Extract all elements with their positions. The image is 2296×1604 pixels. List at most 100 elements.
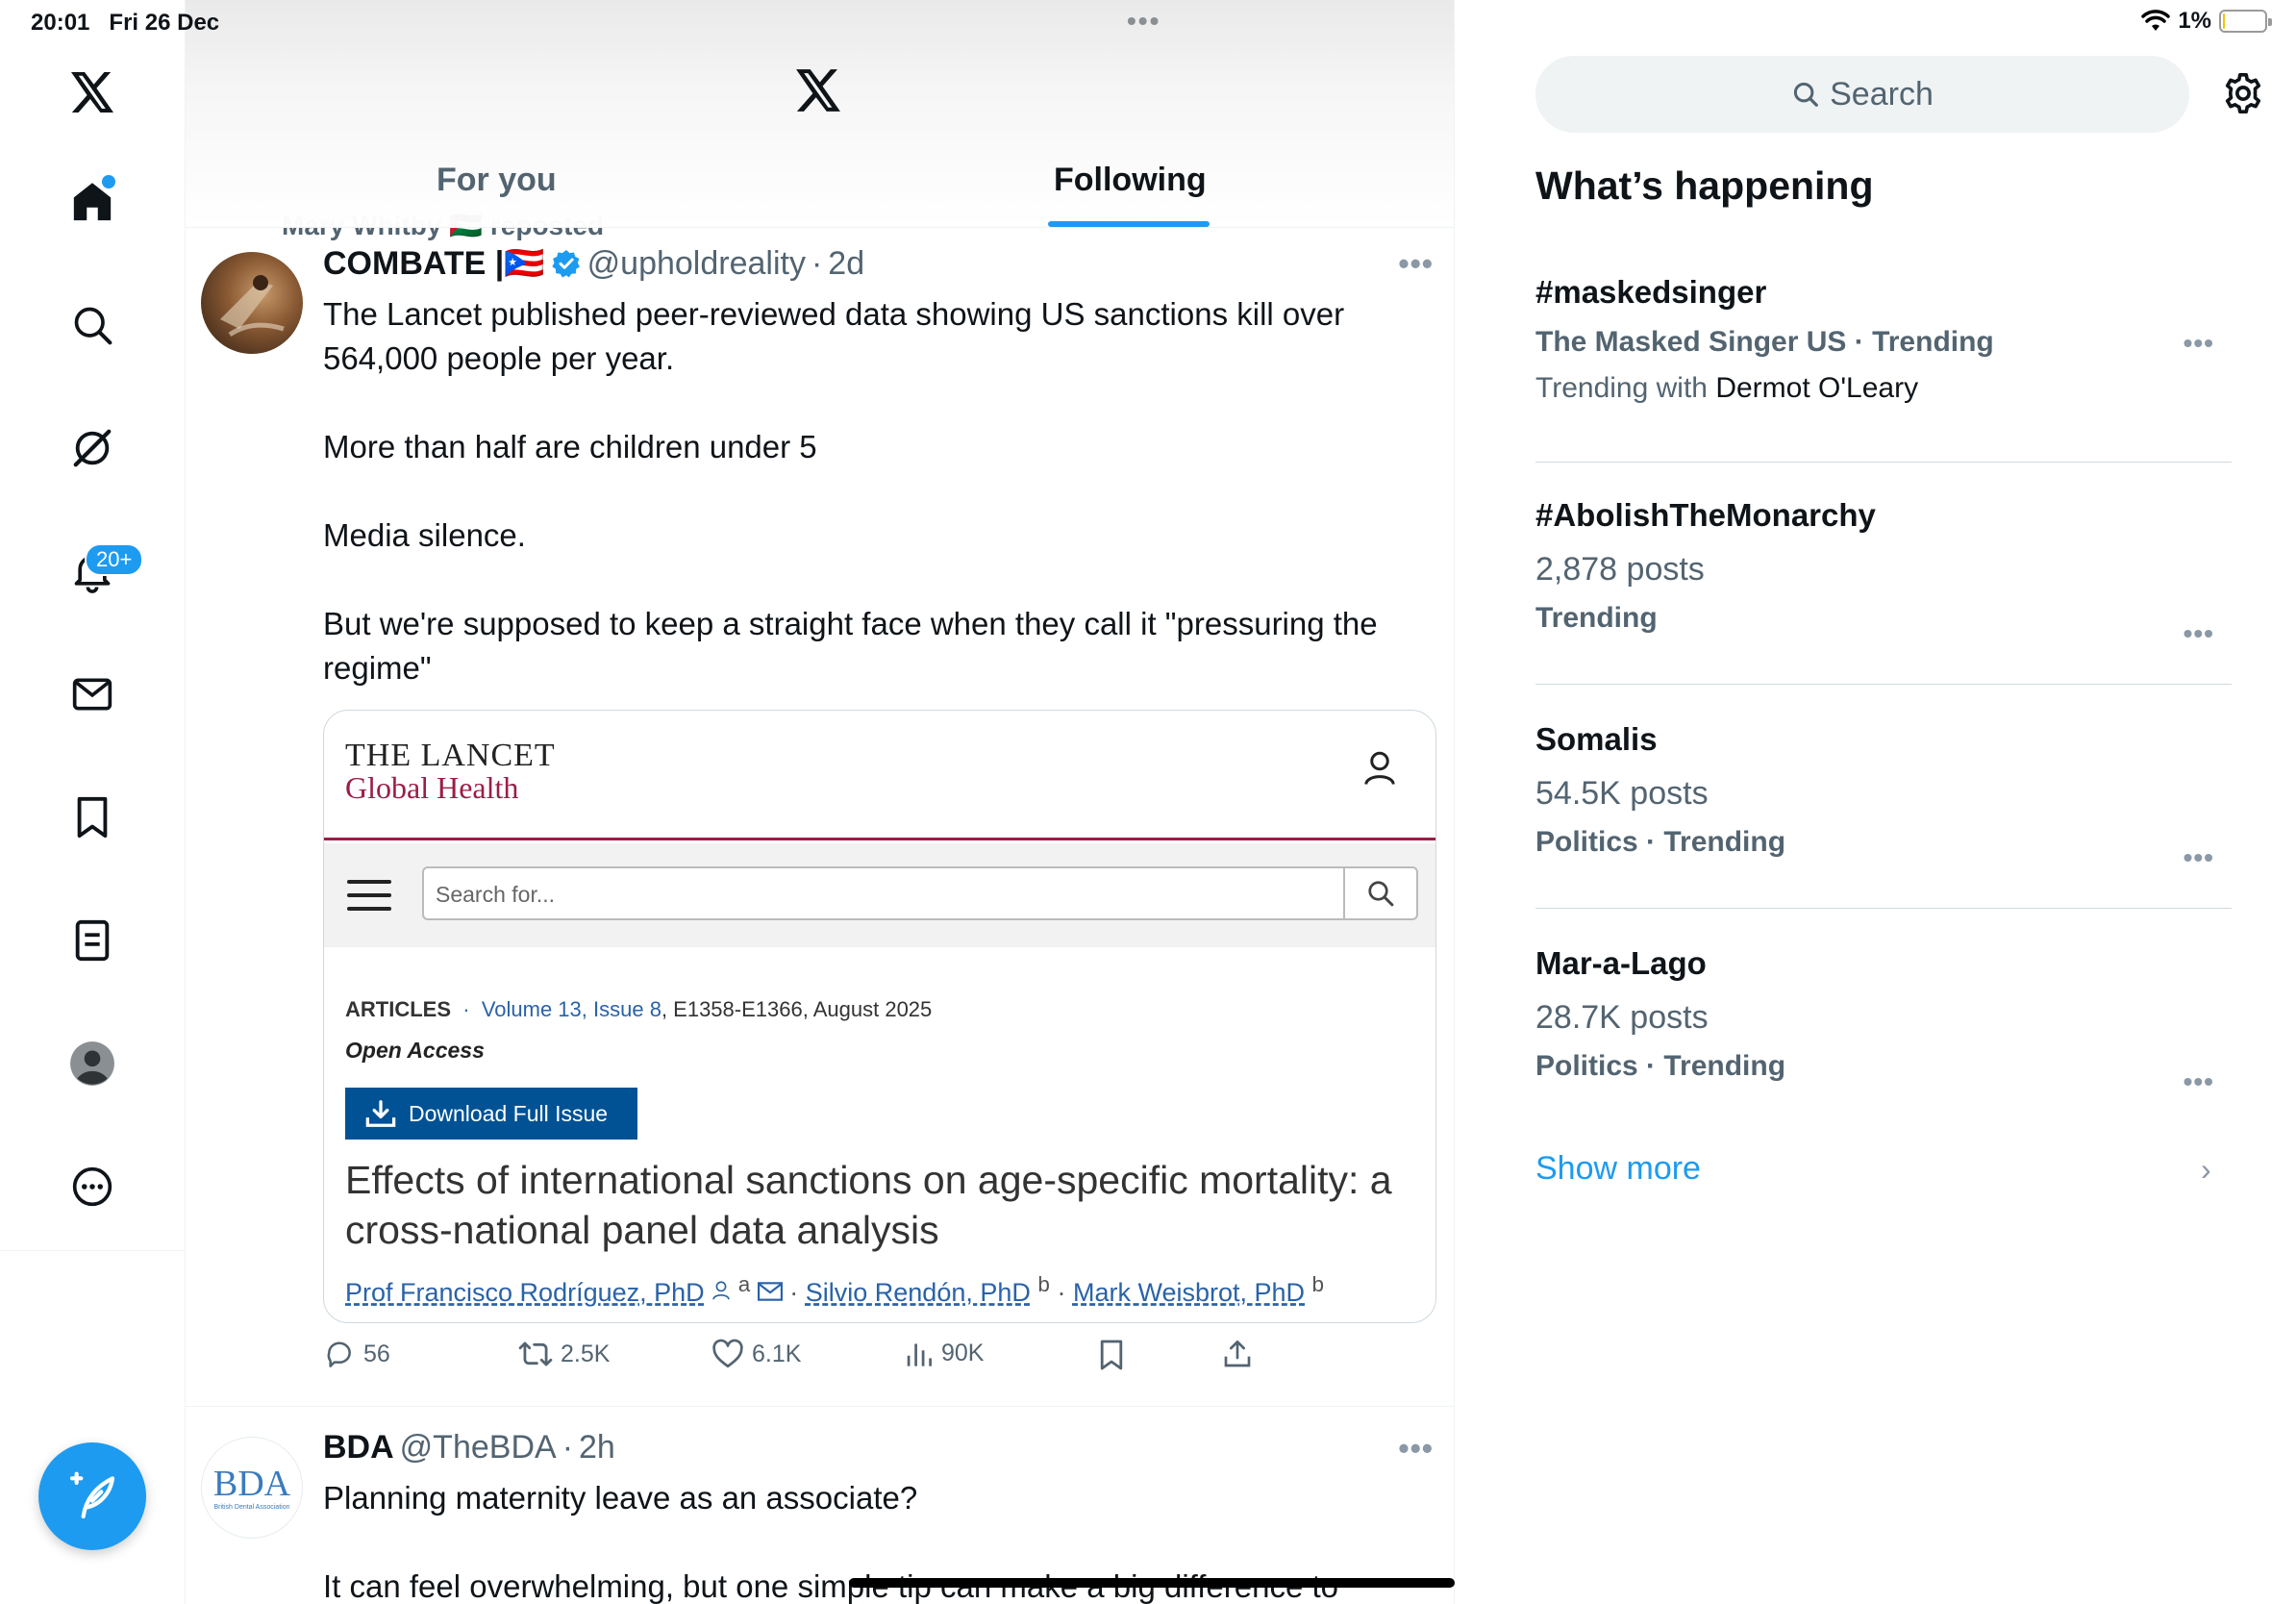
lancet-download-label: Download Full Issue	[409, 1100, 609, 1126]
lancet-header: THE LANCET Global Health	[324, 711, 1435, 840]
post-author-avatar[interactable]	[201, 252, 303, 354]
home-unread-dot	[102, 175, 115, 188]
tab-active-indicator	[1048, 221, 1210, 227]
trend-divider	[1535, 684, 2232, 685]
show-more-link[interactable]: Show more	[1535, 1150, 1701, 1188]
views-button[interactable]: 90K	[905, 1339, 984, 1367]
trend-item[interactable]: Mar-a-Lago 28.7K posts Politics · Trendi…	[1535, 945, 2232, 1096]
search-icon	[1794, 82, 1818, 107]
lancet-author: Mark Weisbrot, PhD	[1072, 1278, 1306, 1307]
lancet-meta-dot: ·	[457, 997, 476, 1021]
reply-icon	[327, 1341, 351, 1367]
trend-more-options-icon[interactable]: •••	[2184, 1066, 2214, 1097]
post-author-name[interactable]: COMBATE |🇵🇷	[323, 244, 545, 283]
reply-button[interactable]: 56	[323, 1339, 390, 1369]
more-options-icon[interactable]	[60, 1154, 125, 1219]
post-paragraph: Planning maternity leave as an associate…	[323, 1480, 918, 1516]
trend-more-options-icon[interactable]: •••	[2184, 842, 2214, 873]
post-timestamp[interactable]: 2d	[828, 245, 864, 283]
trend-title: Somalis	[1535, 721, 1658, 757]
left-nav: 20+	[0, 0, 186, 1604]
battery-percent: 1%	[2178, 8, 2211, 34]
post-author-handle[interactable]: @TheBDA	[400, 1429, 557, 1466]
chevron-right-icon[interactable]: ›	[2201, 1152, 2211, 1188]
lancet-search-icon	[1343, 868, 1416, 918]
trend-with-name[interactable]: Dermot O'Leary	[1715, 372, 1918, 404]
views-count: 90K	[941, 1339, 985, 1366]
post-paragraph: But we're supposed to keep a straight fa…	[323, 606, 1378, 686]
trend-more-options-icon[interactable]: •••	[2184, 618, 2214, 649]
profile-avatar-icon[interactable]	[60, 1031, 125, 1096]
lancet-author-separator: ·	[789, 1278, 799, 1307]
lancet-affiliation: b	[1311, 1272, 1325, 1296]
lancet-author-separator: ·	[1057, 1278, 1066, 1307]
search-input[interactable]: Search	[1535, 56, 2189, 133]
post-timestamp[interactable]: 2h	[579, 1429, 615, 1466]
status-time: 20:01 Fri 26 Dec	[31, 10, 220, 36]
bookmark-post-button[interactable]	[1098, 1339, 1125, 1371]
post-divider	[186, 1406, 1454, 1407]
trend-context: Trending	[1535, 602, 1658, 634]
multitasking-dots[interactable]: •••	[1127, 6, 1160, 37]
messages-envelope-icon[interactable]	[60, 662, 125, 727]
trend-post-count: 28.7K posts	[1535, 999, 1709, 1036]
search-icon[interactable]	[60, 292, 125, 358]
trend-more-options-icon[interactable]: •••	[2184, 328, 2214, 359]
post-text: The Lancet published peer-reviewed data …	[323, 292, 1419, 690]
bda-logo-subtext: British Dental Association	[213, 1503, 290, 1511]
trend-item[interactable]: #AbolishTheMonarchy 2,878 posts Trending…	[1535, 497, 2232, 648]
repost-count: 2.5K	[561, 1340, 611, 1367]
notifications-badge: 20+	[85, 543, 144, 576]
trend-context: The Masked Singer US · Trending	[1535, 326, 1994, 358]
post-author-name[interactable]: BDA	[323, 1429, 394, 1466]
lancet-search-bar: Search for...	[324, 843, 1435, 947]
lancet-search-field: Search for...	[422, 866, 1418, 920]
post-paragraph: More than half are children under 5	[323, 429, 817, 464]
tab-for-you[interactable]: For you	[437, 162, 557, 199]
trend-item[interactable]: #maskedsinger The Masked Singer US · Tre…	[1535, 274, 2232, 405]
home-icon[interactable]	[60, 169, 125, 235]
lancet-article-title: Effects of international sanctions on ag…	[345, 1158, 1392, 1252]
trend-title: #maskedsinger	[1535, 274, 1767, 310]
post-more-options-icon[interactable]: •••	[1398, 1431, 1434, 1466]
post-image-card[interactable]: THE LANCET Global Health Search for... A…	[323, 710, 1436, 1323]
lancet-download-button: Download Full Issue	[345, 1088, 637, 1140]
lancet-section: ARTICLES	[345, 997, 451, 1021]
home-indicator[interactable]	[849, 1578, 1455, 1588]
x-logo-icon[interactable]	[60, 60, 125, 125]
lancet-journal-title: THE LANCET	[345, 738, 556, 773]
download-icon	[365, 1100, 396, 1127]
wifi-icon	[2141, 10, 2171, 31]
compose-post-button[interactable]	[38, 1442, 146, 1550]
post-author-handle[interactable]: @upholdreality	[587, 245, 806, 283]
post-author-avatar[interactable]: BDA British Dental Association	[201, 1437, 303, 1539]
lancet-journal-subtitle: Global Health	[345, 770, 519, 805]
bda-logo-text: BDA	[212, 1463, 291, 1504]
lancet-affiliation: b	[1037, 1272, 1050, 1296]
views-chart-icon	[907, 1343, 932, 1366]
like-count: 6.1K	[752, 1340, 802, 1367]
header-x-logo-icon[interactable]	[794, 67, 842, 118]
post-paragraph: Media silence.	[323, 517, 526, 553]
tab-following[interactable]: Following	[1054, 162, 1207, 199]
share-button[interactable]	[1222, 1339, 1253, 1369]
share-upload-icon	[1224, 1341, 1251, 1367]
grok-icon[interactable]	[60, 415, 125, 481]
trend-context: Politics · Trending	[1535, 1050, 1786, 1082]
post-header: COMBATE |🇵🇷 @upholdreality · 2d	[323, 244, 864, 283]
lists-icon[interactable]	[60, 908, 125, 973]
like-button[interactable]: 6.1K	[711, 1339, 801, 1369]
settings-gear-icon[interactable]	[2221, 71, 2265, 120]
bookmark-icon[interactable]	[60, 785, 125, 850]
reply-count: 56	[363, 1340, 390, 1367]
post-separator: ·	[562, 1429, 574, 1466]
post-more-options-icon[interactable]: •••	[1398, 246, 1434, 282]
lancet-open-access: Open Access	[345, 1038, 485, 1063]
trend-title: #AbolishTheMonarchy	[1535, 497, 1876, 533]
repost-button[interactable]: 2.5K	[518, 1339, 610, 1369]
repost-icon	[518, 1341, 553, 1366]
lancet-user-icon	[1362, 749, 1397, 792]
lancet-affiliation: a	[737, 1272, 751, 1296]
trend-item[interactable]: Somalis 54.5K posts Politics · Trending …	[1535, 721, 2232, 872]
whats-happening-heading: What’s happening	[1535, 163, 1874, 208]
